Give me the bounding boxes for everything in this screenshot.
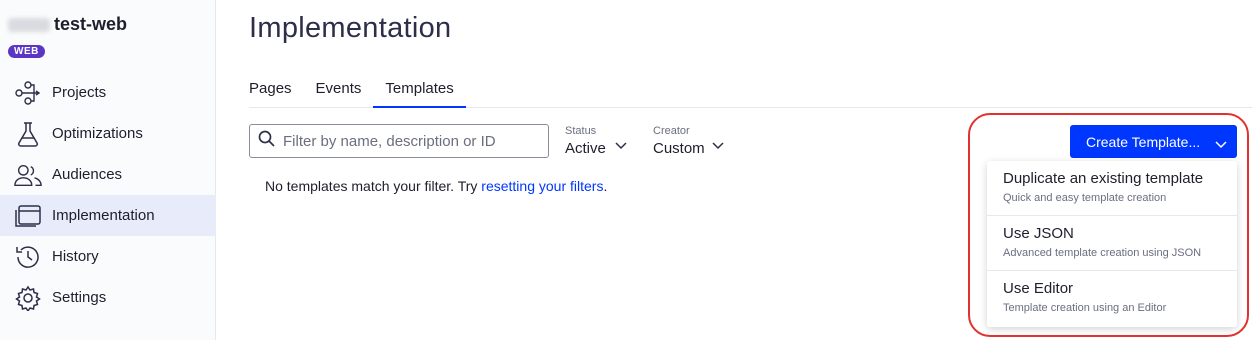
sidebar-nav: Projects Optimizations Audiences Impleme… — [0, 72, 216, 318]
sidebar-item-optimizations[interactable]: Optimizations — [0, 113, 216, 154]
project-header[interactable]: test-web — [8, 14, 127, 35]
blurred-account-name — [8, 17, 50, 32]
sidebar-item-implementation[interactable]: Implementation — [0, 195, 216, 236]
flask-icon — [14, 120, 42, 148]
menu-item-use-editor[interactable]: Use Editor Template creation using an Ed… — [987, 271, 1237, 326]
create-template-label: Create Template... — [1086, 133, 1201, 150]
menu-item-title: Duplicate an existing template — [1003, 170, 1204, 187]
tab-events[interactable]: Events — [316, 72, 362, 108]
empty-state-message: No templates match your filter. Try rese… — [265, 178, 607, 194]
sidebar-item-label: Optimizations — [52, 125, 143, 142]
menu-item-description: Quick and easy template creation — [1003, 192, 1167, 204]
search-box[interactable] — [249, 124, 549, 158]
sidebar: test-web WEB Projects Optimizations Audi… — [0, 0, 216, 340]
status-filter[interactable]: Status Active — [565, 125, 635, 157]
users-icon — [14, 161, 42, 189]
gear-icon — [14, 284, 42, 312]
reset-filters-link[interactable]: resetting your filters — [481, 178, 603, 194]
sidebar-item-projects[interactable]: Projects — [0, 72, 216, 113]
tab-pages[interactable]: Pages — [249, 72, 292, 108]
sidebar-item-label: Settings — [52, 289, 107, 306]
chevron-down-icon — [1215, 136, 1227, 152]
sidebar-item-history[interactable]: History — [0, 236, 216, 277]
sidebar-item-label: Implementation — [52, 207, 155, 224]
search-icon — [258, 130, 275, 152]
search-input[interactable] — [283, 132, 533, 150]
page-title: Implementation — [249, 12, 452, 44]
menu-item-duplicate-template[interactable]: Duplicate an existing template Quick and… — [987, 161, 1237, 216]
chevron-down-icon — [615, 137, 627, 155]
empty-state-suffix: . — [603, 178, 608, 194]
creator-filter[interactable]: Creator Custom — [653, 125, 733, 157]
status-filter-label: Status — [565, 125, 597, 137]
sidebar-item-label: Audiences — [52, 166, 123, 183]
create-template-menu: Duplicate an existing template Quick and… — [987, 161, 1237, 327]
menu-item-description: Advanced template creation using JSON — [1003, 247, 1202, 259]
creator-filter-label: Creator — [653, 125, 690, 137]
chevron-down-icon — [712, 137, 724, 155]
platform-badge: WEB — [8, 45, 45, 58]
sidebar-item-label: History — [52, 248, 99, 265]
project-name: test-web — [54, 14, 128, 34]
menu-item-use-json[interactable]: Use JSON Advanced template creation usin… — [987, 216, 1237, 271]
sidebar-item-label: Projects — [52, 84, 107, 101]
menu-item-description: Template creation using an Editor — [1003, 302, 1167, 314]
projects-icon — [14, 79, 42, 107]
create-template-button[interactable]: Create Template... — [1070, 125, 1237, 158]
browser-window-icon — [14, 202, 42, 230]
menu-item-title: Use Editor — [1003, 280, 1074, 297]
sidebar-item-audiences[interactable]: Audiences — [0, 154, 216, 195]
history-icon — [14, 243, 42, 271]
sidebar-item-settings[interactable]: Settings — [0, 277, 216, 318]
empty-state-text: No templates match your filter. Try — [265, 178, 482, 194]
tab-templates[interactable]: Templates — [373, 72, 466, 108]
menu-item-title: Use JSON — [1003, 225, 1074, 242]
tab-bar: Pages Events Templates — [249, 72, 1252, 108]
